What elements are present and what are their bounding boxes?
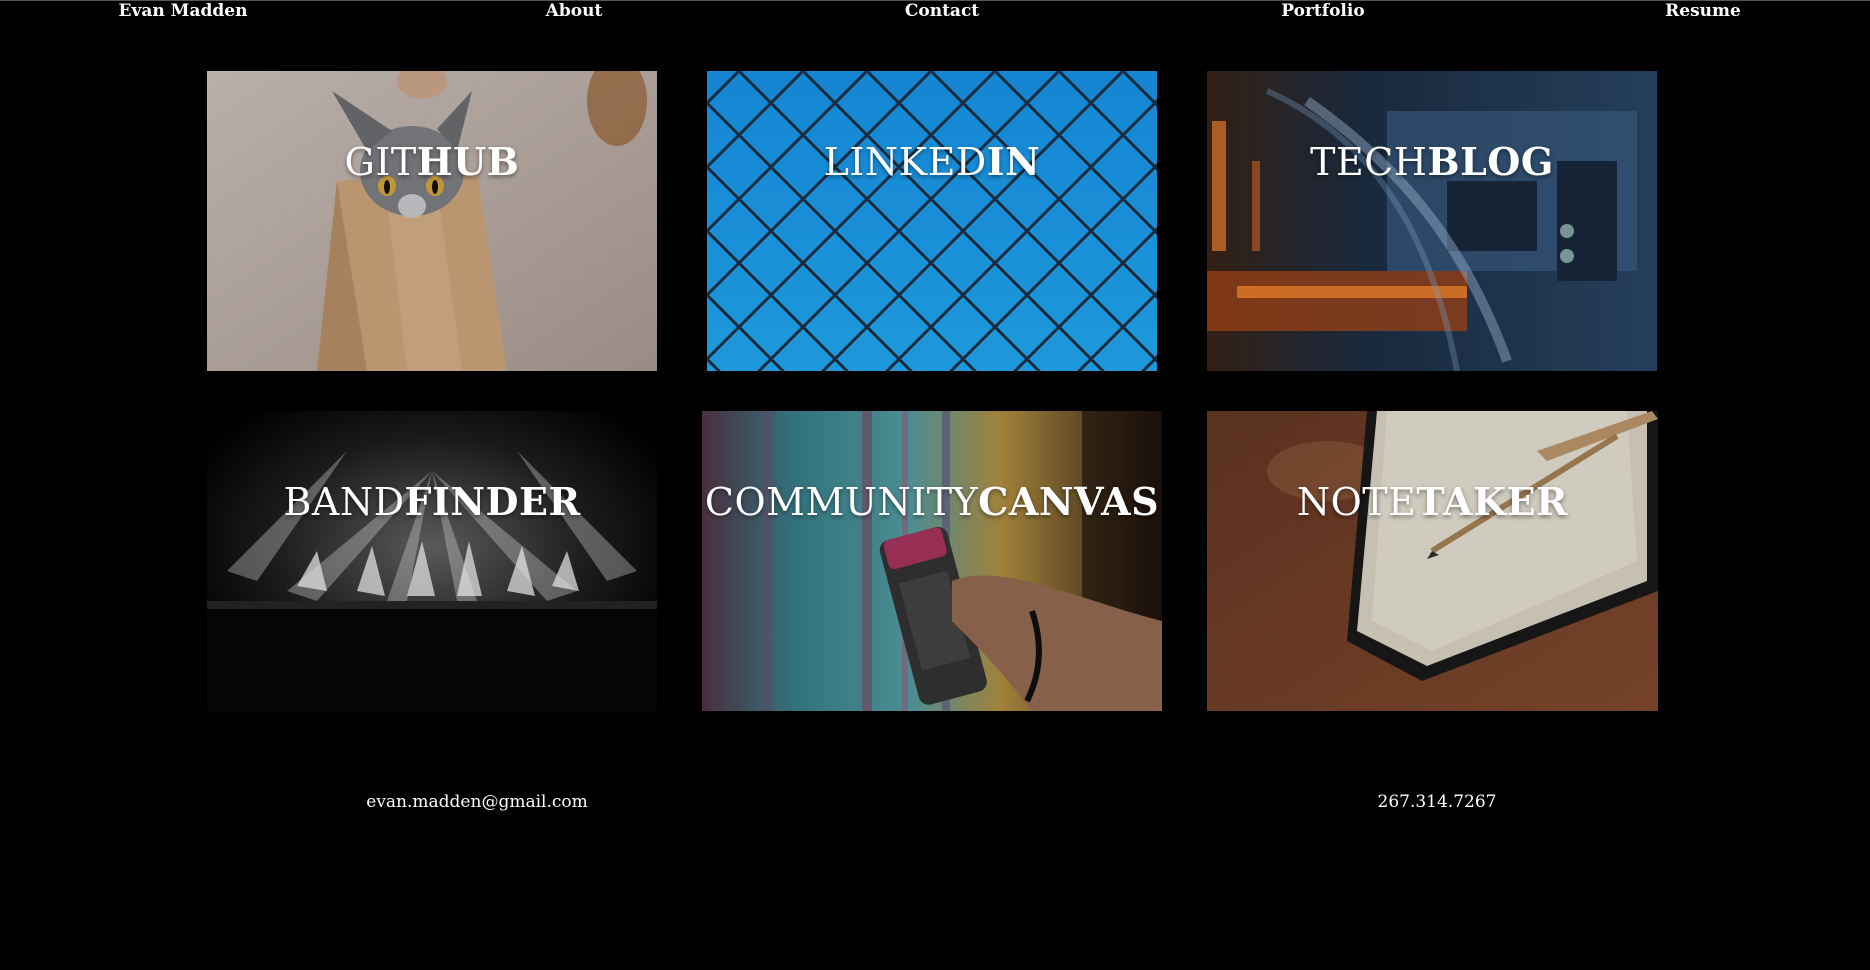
project-tile-notetaker[interactable]: NOTETAKER [1207, 411, 1658, 711]
project-title: COMMUNITYCANVAS [704, 479, 1160, 524]
project-title: GITHUB [344, 139, 520, 184]
nav-contact[interactable]: Contact [905, 1, 979, 21]
circuit-board-photo [1207, 71, 1657, 371]
chain-link-fence-photo [707, 71, 1157, 371]
nav-portfolio[interactable]: Portfolio [1281, 1, 1364, 21]
top-nav: Evan Madden About Contact Portfolio Resu… [0, 0, 1870, 24]
project-tile-github[interactable]: GITHUB [207, 71, 657, 371]
project-title: NOTETAKER [1296, 479, 1569, 524]
project-title: LINKEDIN [823, 139, 1041, 184]
project-title: BANDFINDER [283, 479, 581, 524]
project-title: TECHBLOG [1310, 139, 1554, 184]
project-tile-techblog[interactable]: TECHBLOG [1207, 71, 1657, 371]
project-tile-linkedin[interactable]: LINKEDIN [707, 71, 1157, 371]
open-notebook-pencil-photo [1207, 411, 1658, 711]
footer-email[interactable]: evan.madden@gmail.com [366, 792, 587, 812]
nav-about[interactable]: About [546, 1, 603, 21]
cat-in-paper-bag-photo [207, 71, 657, 371]
footer-phone[interactable]: 267.314.7267 [1378, 792, 1497, 812]
project-tile-communitycanvas[interactable]: COMMUNITYCANVAS [702, 411, 1162, 711]
spray-paint-graffiti-photo [702, 411, 1162, 711]
nav-resume[interactable]: Resume [1665, 1, 1741, 21]
brand-link[interactable]: Evan Madden [119, 1, 248, 21]
concert-stage-lights-photo [207, 411, 657, 711]
project-tile-bandfinder[interactable]: BANDFINDER [207, 411, 657, 711]
